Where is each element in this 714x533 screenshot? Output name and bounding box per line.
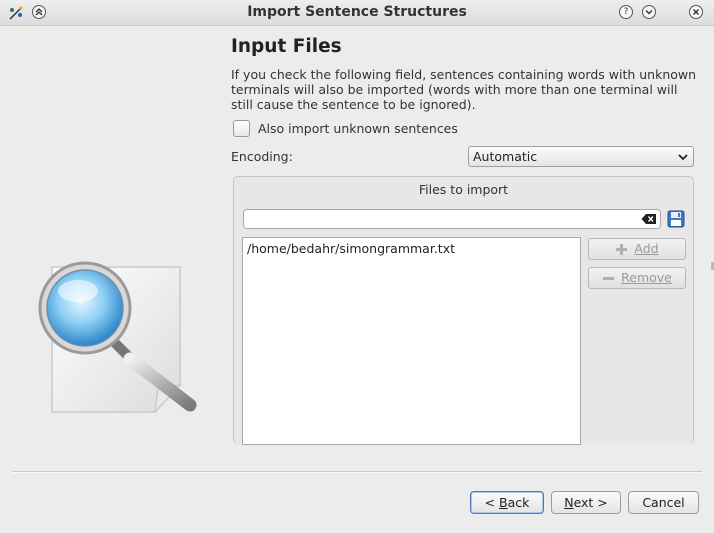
cancel-button[interactable]: Cancel [628, 491, 699, 514]
browse-file-icon[interactable] [667, 210, 685, 228]
next-mnemonic: N [564, 495, 574, 510]
encoding-label: Encoding: [231, 149, 293, 164]
files-group-title: Files to import [418, 182, 509, 197]
add-label: Add [634, 241, 659, 256]
minus-icon [603, 277, 615, 280]
file-path-input[interactable] [243, 209, 661, 229]
close-icon[interactable] [689, 5, 703, 19]
chevron-down-icon [678, 154, 688, 161]
import-unknown-label[interactable]: Also import unknown sentences [258, 121, 458, 136]
window-title: Import Sentence Structures [247, 4, 467, 20]
title-bar: Import Sentence Structures ? [0, 0, 714, 26]
page-title: Input Files [231, 36, 342, 57]
remove-label: Remove [621, 270, 672, 285]
next-rest: ext > [573, 495, 608, 510]
next-button[interactable]: Next > [551, 491, 621, 514]
list-item[interactable]: /home/bedahr/simongrammar.txt [247, 241, 455, 256]
cancel-label: Cancel [642, 495, 685, 510]
add-file-button[interactable]: Add [588, 238, 686, 260]
minimize-icon[interactable] [642, 5, 656, 19]
plus-icon [616, 244, 628, 255]
files-to-import-group: Files to import /home/bedahr/simongramma… [233, 176, 694, 445]
back-button[interactable]: < Back [470, 491, 544, 514]
encoding-select[interactable]: Automatic [468, 146, 694, 167]
encoding-value: Automatic [473, 149, 538, 164]
remove-file-button[interactable]: Remove [588, 267, 686, 289]
back-rest: ack [507, 495, 530, 510]
import-unknown-checkbox[interactable] [233, 120, 250, 137]
import-files-illustration-icon [38, 261, 197, 414]
clear-text-icon[interactable] [641, 213, 657, 225]
file-list[interactable]: /home/bedahr/simongrammar.txt [242, 237, 581, 445]
back-prefix: < [484, 495, 500, 510]
help-icon[interactable]: ? [619, 5, 633, 19]
page-description: If you check the following field, senten… [231, 67, 697, 112]
back-mnemonic: B [499, 495, 508, 510]
footer-separator [12, 471, 702, 473]
